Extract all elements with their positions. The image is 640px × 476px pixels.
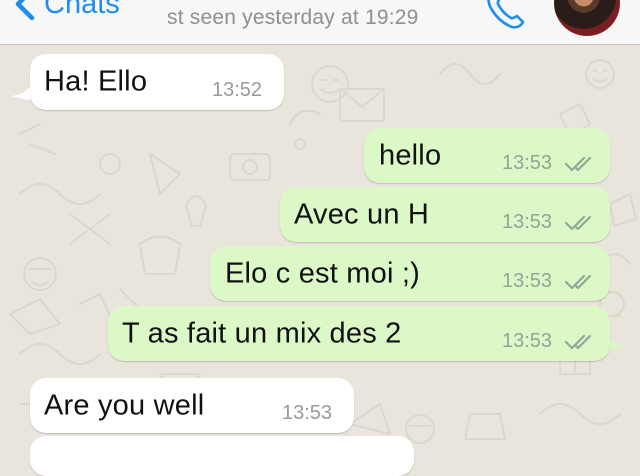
phone-icon[interactable] (482, 0, 528, 32)
message-text: Avec un H (294, 198, 430, 230)
chat-header: Chats st seen yesterday at 19:29 (0, 0, 640, 45)
message-bubble-incoming[interactable] (30, 436, 414, 476)
message-text: Ha! Ello (44, 65, 148, 98)
message-time: 13:53 (502, 152, 553, 174)
message-bubble-outgoing[interactable]: T as fait un mix des 2 13:53 (108, 306, 610, 361)
double-check-icon (564, 156, 592, 172)
message-time: 13:53 (282, 402, 333, 424)
message-text: Are you well (44, 389, 205, 421)
message-bubble-outgoing[interactable]: Avec un H 13:53 (280, 187, 610, 242)
message-bubble-outgoing[interactable]: hello 13:53 (364, 128, 610, 183)
last-seen-status: st seen yesterday at 19:29 (167, 6, 419, 29)
double-check-icon (564, 274, 592, 290)
message-text: hello (379, 139, 442, 171)
message-text: Elo c est moi ;) (225, 257, 420, 289)
double-check-icon (564, 215, 592, 231)
message-bubble-outgoing[interactable]: Elo c est moi ;) 13:53 (210, 246, 610, 301)
contact-avatar[interactable] (554, 0, 620, 36)
double-check-icon (564, 334, 592, 350)
message-text: T as fait un mix des 2 (122, 317, 402, 349)
message-bubble-incoming[interactable]: Ha! Ello 13:52 (30, 54, 284, 110)
message-time: 13:53 (502, 330, 553, 352)
message-time: 13:53 (502, 270, 553, 292)
back-button[interactable]: Chats (10, 0, 120, 24)
message-bubble-incoming[interactable]: Are you well 13:53 (30, 378, 354, 433)
back-label: Chats (44, 0, 120, 20)
message-time: 13:52 (212, 79, 263, 101)
message-time: 13:53 (502, 211, 553, 233)
chevron-left-icon (15, 0, 35, 21)
